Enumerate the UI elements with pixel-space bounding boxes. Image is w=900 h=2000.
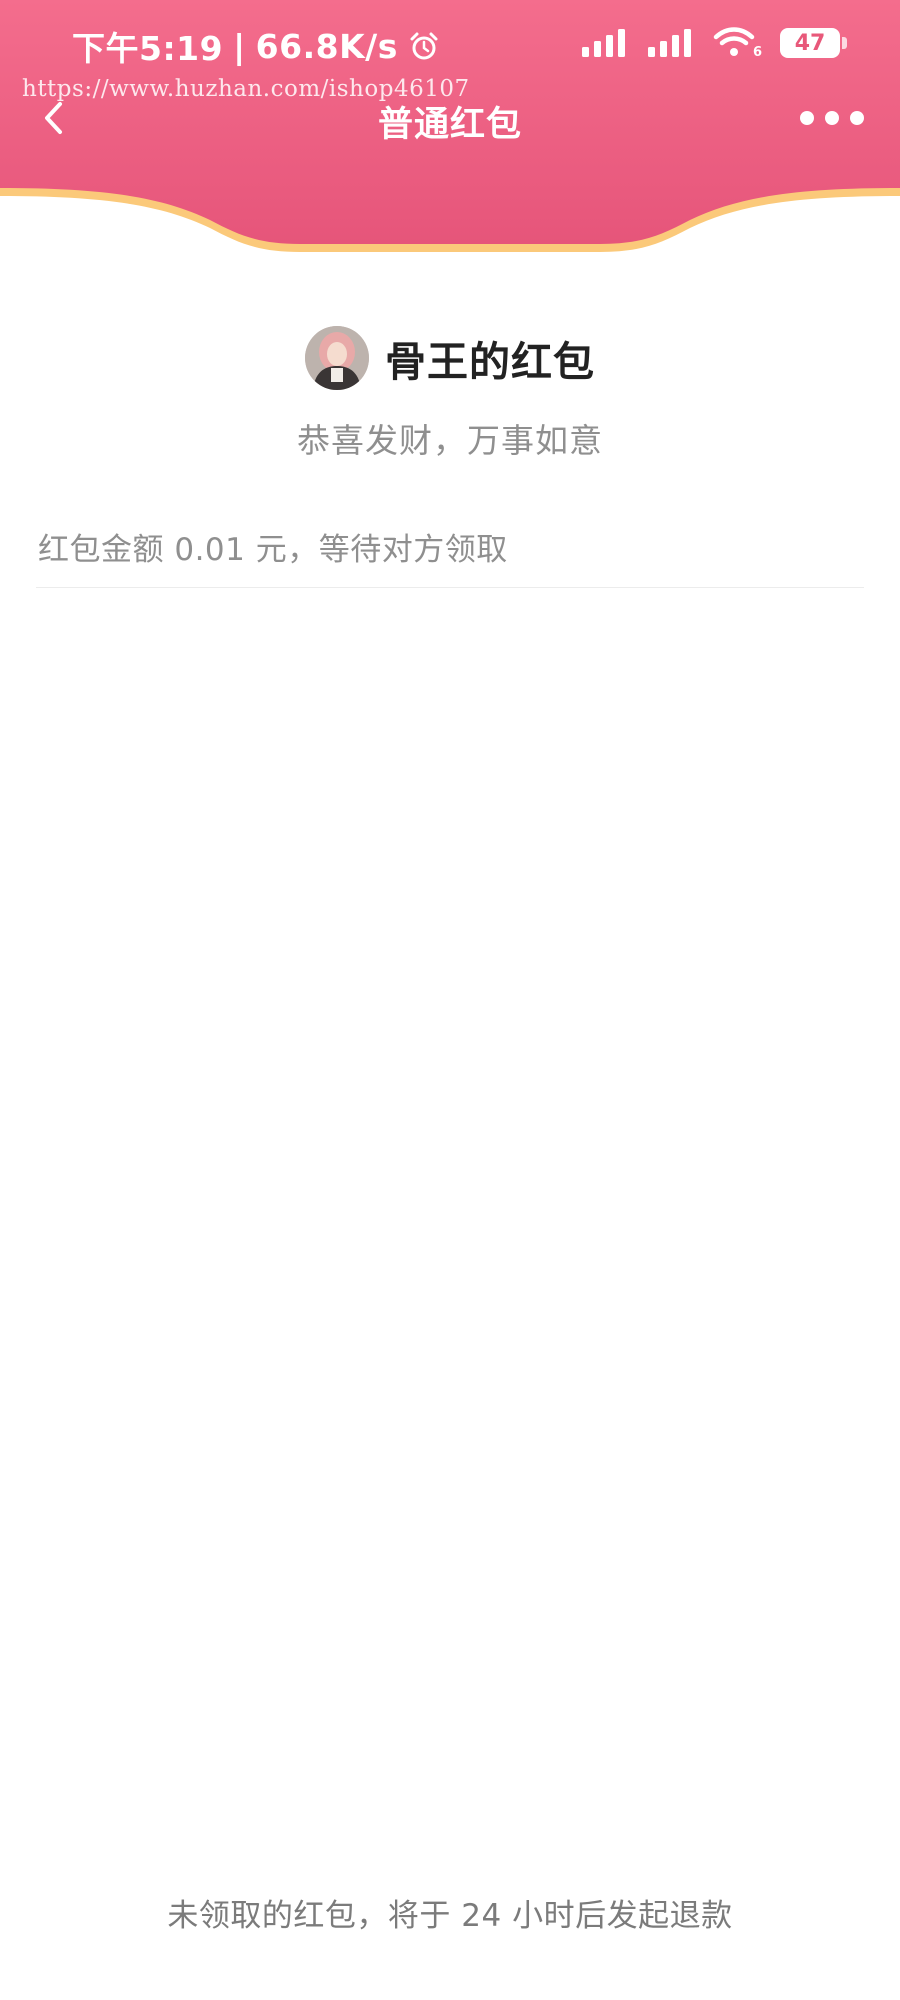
more-button[interactable] [800, 98, 864, 138]
wifi-indicator: 6 [712, 26, 762, 60]
more-dot [825, 111, 839, 125]
status-right: 6 47 [580, 26, 847, 60]
divider [36, 587, 864, 588]
more-dot [800, 111, 814, 125]
page-title: 普通红包 [377, 105, 522, 145]
amount-status: 红包金额 0.01 元，等待对方领取 [38, 532, 508, 568]
status-time: 下午5:19 [72, 29, 224, 68]
battery-level: 47 [794, 30, 826, 56]
wifi-icon [713, 27, 755, 56]
sender-name: 骨王的红包 [385, 338, 595, 386]
header: 下午5:19 | 66.8K/s 6 47 https://www.huzhan… [0, 0, 900, 262]
nav-bar: 普通红包 [0, 88, 900, 148]
greeting-message: 恭喜发财，万事如意 [297, 421, 603, 460]
sender-block: 骨王的红包 恭喜发财，万事如意 [0, 326, 900, 462]
more-dot [850, 111, 864, 125]
status-net-speed: 66.8K/s [255, 26, 398, 66]
alarm-clock-icon [410, 32, 438, 60]
refund-note: 未领取的红包，将于 24 小时后发起退款 [167, 1898, 733, 1934]
status-separator: | [233, 26, 246, 66]
red-packet-detail-page: 下午5:19 | 66.8K/s 6 47 https://www.huzhan… [0, 0, 900, 2000]
status-left: 下午5:19 | 66.8K/s [72, 22, 440, 70]
sender-row: 骨王的红包 [305, 326, 595, 390]
battery-tip [842, 37, 847, 49]
avatar-image [305, 326, 369, 390]
cellular-signal-icon [582, 29, 625, 57]
avatar[interactable] [305, 326, 369, 390]
cellular-signal-icon [648, 29, 691, 57]
battery-icon: 47 [780, 28, 847, 58]
wifi-label: 6 [752, 45, 762, 60]
